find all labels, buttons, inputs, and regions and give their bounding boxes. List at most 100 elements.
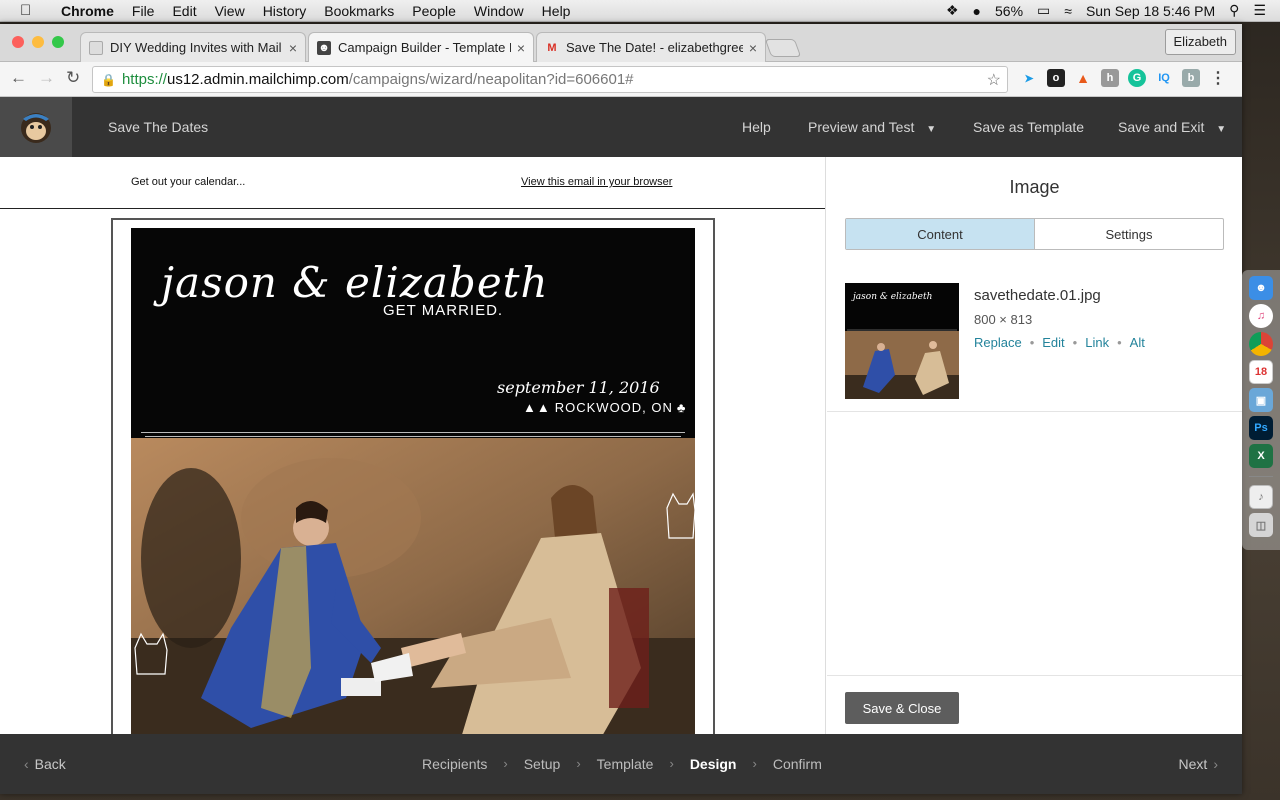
bookmark-star-icon[interactable]: ☆ (987, 70, 1001, 90)
step-design[interactable]: Design (690, 734, 737, 794)
wifi-icon[interactable]: ≈ (1064, 3, 1072, 19)
battery-icon[interactable]: ▭ (1037, 2, 1050, 19)
alt-link[interactable]: Alt (1130, 335, 1145, 350)
close-tab-icon[interactable]: × (749, 40, 757, 56)
help-link[interactable]: Help (742, 97, 771, 157)
back-arrow-icon[interactable]: ← (10, 68, 27, 88)
step-template[interactable]: Template (597, 734, 654, 794)
notification-center-icon[interactable]: ☰ (1253, 2, 1266, 19)
step-setup[interactable]: Setup (524, 734, 561, 794)
menu-help[interactable]: Help (542, 3, 571, 19)
campaign-name[interactable]: Save The Dates (108, 97, 208, 157)
url-host: us12.admin.mailchimp.com (166, 71, 349, 88)
app-header: Save The Dates Help Preview and Test ▼ S… (0, 97, 1242, 157)
back-button[interactable]: ‹ Back (24, 734, 66, 794)
extension-iq-icon[interactable]: IQ (1155, 69, 1173, 87)
save-as-template-button[interactable]: Save as Template (973, 97, 1084, 157)
close-tab-icon[interactable]: × (289, 40, 297, 56)
preheader-block[interactable]: Get out your calendar... View this email… (0, 157, 825, 209)
menu-bookmarks[interactable]: Bookmarks (324, 3, 394, 19)
invite-location-text: ROCKWOOD, ON (554, 400, 673, 415)
replace-link[interactable]: Replace (974, 335, 1022, 350)
zoom-window-icon[interactable] (52, 36, 64, 48)
battery-percent[interactable]: 56% (995, 3, 1023, 19)
step-confirm[interactable]: Confirm (773, 734, 822, 794)
chevron-left-icon: ‹ (24, 756, 29, 772)
dropbox-icon[interactable]: ❖ (946, 2, 959, 19)
dot-separator: • (1029, 335, 1035, 350)
tab-strip: DIY Wedding Invites with Mail × ☻ Campai… (0, 24, 1242, 62)
extension-bird-icon[interactable]: ➤ (1020, 69, 1038, 87)
mailchimp-logo-icon[interactable] (0, 97, 72, 157)
tab-content[interactable]: Content (846, 219, 1035, 249)
back-label: Back (34, 756, 66, 772)
divider (827, 411, 1242, 412)
extension-owl-icon[interactable]: o (1047, 69, 1065, 87)
preview-and-test-menu[interactable]: Preview and Test ▼ (808, 97, 936, 160)
invite-location: ▲▲ ROCKWOOD, ON ♣ (523, 400, 686, 415)
extension-b-icon[interactable]: b (1182, 69, 1200, 87)
close-window-icon[interactable] (12, 36, 24, 48)
tab-gmail[interactable]: M Save The Date! - elizabethgree × (536, 32, 766, 62)
next-button[interactable]: Next › (1179, 734, 1218, 794)
menu-view[interactable]: View (215, 3, 245, 19)
trash-icon[interactable]: ◫ (1249, 513, 1273, 537)
tab-title: Campaign Builder - Template D (338, 40, 511, 55)
menu-app-name[interactable]: Chrome (61, 3, 114, 19)
email-canvas[interactable]: Get out your calendar... View this email… (0, 157, 826, 734)
menu-file[interactable]: File (132, 3, 155, 19)
wizard-steps: Recipients › Setup › Template › Design ›… (422, 734, 822, 794)
preview-icon[interactable]: ▣ (1249, 388, 1273, 412)
photoshop-icon[interactable]: Ps (1249, 416, 1273, 440)
profile-button[interactable]: Elizabeth (1164, 29, 1236, 55)
tab-diy-wedding[interactable]: DIY Wedding Invites with Mail × (80, 32, 306, 62)
tab-settings[interactable]: Settings (1035, 219, 1223, 249)
new-tab-button[interactable] (764, 39, 802, 57)
image-actions: Replace • Edit • Link • Alt (974, 335, 1145, 350)
menu-edit[interactable]: Edit (172, 3, 196, 19)
calendar-icon[interactable]: 18 (1249, 360, 1273, 384)
close-tab-icon[interactable]: × (517, 40, 525, 56)
menu-window[interactable]: Window (474, 3, 524, 19)
dot-separator: • (1072, 335, 1078, 350)
save-and-exit-menu[interactable]: Save and Exit ▼ (1118, 97, 1226, 160)
svg-text:jason & elizabeth: jason & elizabeth (851, 292, 932, 302)
itunes-icon[interactable]: ♫ (1249, 304, 1273, 328)
image-editor-panel: Image Content Settings jason & elizabeth… (827, 157, 1242, 734)
url-scheme: https:// (121, 71, 167, 88)
chrome-menu-icon[interactable]: ⋮ (1209, 69, 1227, 87)
minimize-window-icon[interactable] (32, 36, 44, 48)
preheader-text: Get out your calendar... (131, 176, 246, 188)
apple-icon[interactable]:  (20, 2, 40, 19)
address-bar[interactable]: 🔒 https:// us12.admin.mailchimp.com /cam… (92, 66, 1008, 93)
wizard-footer: ‹ Back Recipients › Setup › Template › De… (0, 734, 1242, 794)
menu-people[interactable]: People (412, 3, 456, 19)
save-the-date-image[interactable]: jason & elizabeth GET MARRIED. september… (131, 228, 695, 734)
edit-link[interactable]: Edit (1042, 335, 1064, 350)
link-link[interactable]: Link (1085, 335, 1109, 350)
mac-dock: ☻ ♫ 18 ▣ Ps X ♪ ◫ (1242, 270, 1280, 550)
tab-campaign-builder[interactable]: ☻ Campaign Builder - Template D × (308, 32, 534, 62)
browser-toolbar: ← → ↻ 🔒 https:// us12.admin.mailchimp.co… (0, 62, 1242, 97)
dot-separator: • (1117, 335, 1122, 350)
view-in-browser-link[interactable]: View this email in your browser (521, 176, 672, 188)
spotlight-icon[interactable]: ⚲ (1229, 2, 1239, 19)
invite-date: september 11, 2016 (497, 378, 660, 397)
next-label: Next (1178, 756, 1208, 772)
evernote-icon[interactable]: ● (973, 3, 981, 19)
chrome-icon[interactable] (1249, 332, 1273, 356)
excel-icon[interactable]: X (1249, 444, 1273, 468)
forward-arrow-icon[interactable]: → (38, 68, 55, 88)
grammarly-icon[interactable]: G (1128, 69, 1146, 87)
clock[interactable]: Sun Sep 18 5:46 PM (1086, 3, 1215, 19)
extension-flame-icon[interactable]: ▲ (1074, 69, 1092, 87)
image-thumbnail[interactable]: jason & elizabeth (845, 283, 959, 399)
mailchimp-favicon-icon: ☻ (317, 40, 331, 55)
menu-history[interactable]: History (263, 3, 307, 19)
save-close-button[interactable]: Save & Close (845, 692, 959, 724)
extension-h-icon[interactable]: h (1101, 69, 1119, 87)
reload-icon[interactable]: ↻ (66, 68, 80, 88)
music-file-icon[interactable]: ♪ (1249, 485, 1273, 509)
finder-icon[interactable]: ☻ (1249, 276, 1273, 300)
step-recipients[interactable]: Recipients (422, 734, 487, 794)
